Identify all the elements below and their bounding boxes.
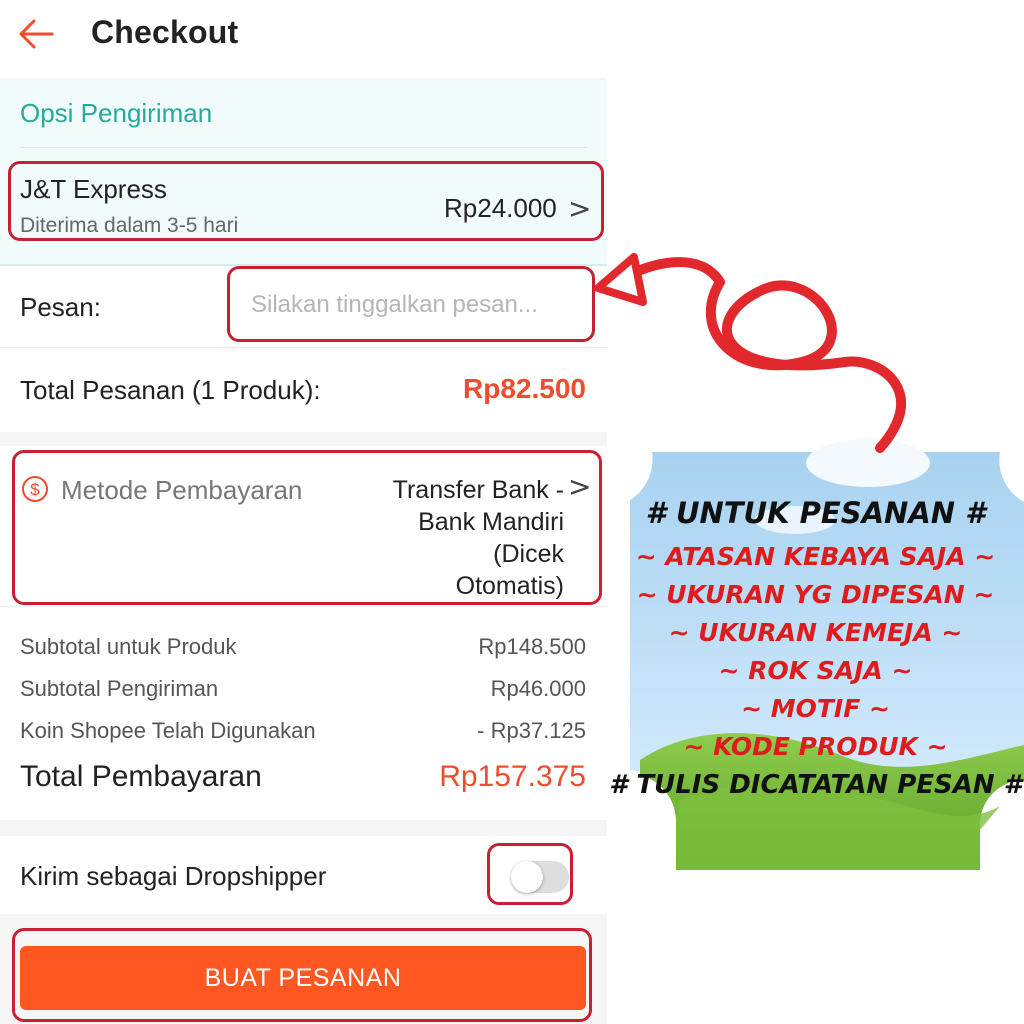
payment-value-line: Transfer Bank - <box>392 476 564 504</box>
page-title: Checkout <box>91 14 239 50</box>
total-payment-label: Total Pembayaran <box>20 760 262 793</box>
chevron-right-icon: > <box>568 470 592 503</box>
svg-text:$: $ <box>30 480 40 499</box>
delivery-estimate: Diterima dalam 3-5 hari <box>20 214 239 237</box>
chevron-right-icon: > <box>568 192 592 225</box>
summary-value: - Rp37.125 <box>477 718 586 743</box>
shipping-section-title: Opsi Pengiriman <box>20 98 213 128</box>
summary-value: Rp148.500 <box>478 634 586 659</box>
summary-label: Subtotal Pengiriman <box>20 676 219 701</box>
divider <box>20 147 587 148</box>
promo-heading: # UNTUK PESANAN # <box>645 496 986 530</box>
order-total-label: Total Pesanan (1 Produk): <box>20 375 321 405</box>
payment-method-label: Metode Pembayaran <box>61 475 303 505</box>
promo-line: ~ UKURAN KEMEJA ~ <box>668 618 963 647</box>
cloud <box>806 439 930 487</box>
place-order-button[interactable]: BUAT PESANAN <box>20 946 586 1010</box>
summary-label: Koin Shopee Telah Digunakan <box>20 718 316 743</box>
message-input[interactable] <box>235 273 587 337</box>
payment-value-line: Bank Mandiri <box>418 508 564 536</box>
toggle-knob <box>511 861 543 893</box>
swirl-arrow-line <box>615 257 907 453</box>
payment-method-value: Transfer Bank - Bank Mandiri (Dicek Otom… <box>350 474 564 602</box>
promo-line: ~ ATASAN KEBAYA SAJA ~ <box>635 542 996 571</box>
summary-value: Rp46.000 <box>490 676 586 701</box>
arrow-left-icon <box>19 19 54 49</box>
courier-name: J&T Express <box>20 174 167 204</box>
promo-line: ~ ROK SAJA ~ <box>718 656 913 685</box>
dollar-circle-icon: $ <box>22 476 48 502</box>
order-total-value: Rp82.500 <box>463 373 586 404</box>
shipping-price: Rp24.000 <box>444 193 557 223</box>
promo-line: ~ UKURAN YG DIPESAN ~ <box>636 580 995 609</box>
back-button[interactable] <box>14 14 58 54</box>
promo-line: ~ KODE PRODUK ~ <box>683 732 948 761</box>
total-payment-value: Rp157.375 <box>439 760 586 793</box>
dropshipper-toggle[interactable] <box>511 861 569 893</box>
payment-value-line: (Dicek <box>493 540 564 568</box>
payment-value-line: Otomatis) <box>455 572 564 600</box>
checkout-screen: Checkout Opsi Pengiriman J&T Express Dit… <box>0 0 607 1024</box>
message-label: Pesan: <box>20 292 101 322</box>
summary-label: Subtotal untuk Produk <box>20 634 237 659</box>
promo-line: ~ MOTIF ~ <box>741 694 890 723</box>
promo-footer: # TULIS DICATATAN PESAN # <box>609 770 1022 800</box>
dropshipper-label: Kirim sebagai Dropshipper <box>20 861 327 891</box>
